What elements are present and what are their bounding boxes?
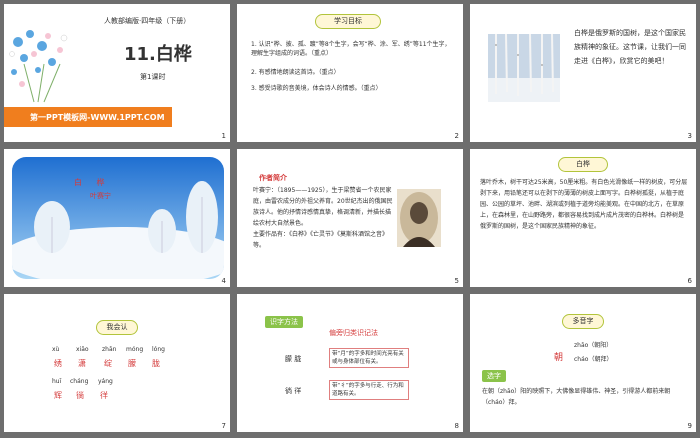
banner-text: 第一PPT模板网-WWW.1PPT.COM (30, 113, 165, 122)
character: 徜 (76, 391, 84, 400)
slide-thumbnail-3[interactable]: 白桦是俄罗斯的国树，是这个国家民族精神的象征。这节课，让我们一同走进《白桦》，欣… (470, 4, 696, 142)
pinyin-label: huī (52, 378, 62, 385)
slide-number: 9 (687, 422, 692, 430)
section-heading: 白桦 (558, 157, 608, 172)
pinyin-label: zhān (102, 346, 117, 353)
slide-thumbnail-1[interactable]: 人教部编版·四年级（下册） 11.白桦 第1课时 第一PPT模板网-WWW.1P… (4, 4, 230, 142)
character: 胧 (152, 359, 160, 368)
slide-number: 3 (687, 132, 692, 140)
intro-text: 白桦是俄罗斯的国树，是这个国家民族精神的象征。这节课，让我们一同走进《白桦》，欣… (574, 29, 686, 65)
section-heading: 学习目标 (315, 14, 381, 29)
group-note: 带“彳”的字多与行走、行为和道路有关。 (329, 380, 409, 400)
birch-description: 落叶乔木，树干可达25米高，50厘米粗。有白色光滑像纸一样的树皮，可分层剥下来，… (480, 179, 688, 230)
objective-item: 3. 感受诗歌的音美境，体会诗人的情感。（重点） (251, 85, 382, 92)
slide-number: 6 (687, 277, 692, 285)
poem-title: 白 桦 (74, 178, 111, 187)
group-characters: 朦 胧 (285, 355, 302, 363)
lesson-period: 第1课时 (140, 73, 166, 81)
section-heading: 作者简介 (259, 174, 287, 182)
slide-number: 7 (221, 422, 226, 430)
flowers-illustration (9, 30, 68, 103)
slide-thumbnail-5[interactable]: 作者简介 叶赛宁：（1895——1925），生于梁赞省一个农民家庭，由雷农成分的… (237, 149, 463, 287)
group-characters: 徜 徉 (285, 387, 302, 395)
poem-author: 叶赛宁 (90, 192, 111, 200)
slide-number: 4 (221, 277, 226, 285)
pinyin-label: cháng (70, 378, 89, 385)
grade-subtitle: 人教部编版·四年级（下册） (104, 17, 191, 25)
section-heading: 多音字 (562, 314, 604, 329)
banner-bar: 第一PPT模板网-WWW.1PPT.COM (4, 107, 172, 127)
example-sentence: 在朝（zhāo）阳的映照下，大佛像显得雄伟、神圣，引得游人都前来朝（cháo）拜… (482, 388, 671, 406)
lesson-title: 11.白桦 (124, 44, 192, 65)
pinyin-label: lóng (152, 346, 165, 353)
pinyin-label: yáng (98, 378, 113, 385)
slide-thumbnail-8[interactable]: 识字方法 偏旁归类识记法 朦 胧 带“月”的字多和时间光亮有关或与身体部位有关。… (237, 294, 463, 432)
pinyin-label: móng (126, 346, 144, 353)
slide-thumbnail-4[interactable]: 白 桦 叶赛宁 4 (4, 149, 230, 287)
pinyin-label: xiāo (76, 346, 89, 353)
slide-thumbnail-7[interactable]: 我会认 xù xiāo zhān móng lóng 绣 潇 绽 朦 胧 huī… (4, 294, 230, 432)
slide-number: 1 (221, 132, 226, 140)
bio-text: 叶赛宁：（1895——1925），生于梁赞省一个农民家庭，由雷农成分的外祖父养育… (253, 187, 393, 227)
character: 绽 (104, 359, 112, 368)
slide-number: 5 (454, 277, 459, 285)
slide-thumbnail-6[interactable]: 白桦 落叶乔木，树干可达25米高，50厘米粗。有白色光滑像纸一样的树皮，可分层剥… (470, 149, 696, 287)
author-bio: 叶赛宁：（1895——1925），生于梁赞省一个农民家庭，由雷农成分的外祖父养育… (253, 185, 393, 251)
character: 朦 (128, 359, 136, 368)
character: 辉 (54, 391, 62, 400)
objective-item: 2. 有感情地朗读这首诗。（重点） (251, 69, 340, 76)
winter-birch-photo (12, 157, 224, 279)
slide-sorter-grid: 人教部编版·四年级（下册） 11.白桦 第1课时 第一PPT模板网-WWW.1P… (0, 0, 700, 438)
character: 徉 (100, 391, 108, 400)
pinyin-label: xù (52, 346, 60, 353)
polyphone-character: 朝 (554, 353, 564, 363)
method-tag: 识字方法 (265, 316, 303, 328)
character: 潇 (78, 359, 86, 368)
section-heading: 我会认 (96, 320, 138, 335)
works-text: 主要作品有：《白桦》《亡灵节》《莫斯科酒馆之音》等。 (253, 231, 389, 249)
birch-forest-photo (488, 34, 560, 102)
method-rule: 偏旁归类识记法 (329, 329, 378, 337)
slide-number: 2 (454, 132, 459, 140)
slide-number: 8 (454, 422, 459, 430)
reading-option: zhāo（朝阳） (574, 342, 613, 349)
choose-tag: 选字 (482, 370, 506, 382)
group-note: 带“月”的字多和时间光亮有关或与身体部位有关。 (329, 348, 409, 368)
author-portrait (397, 189, 441, 247)
objective-item: 1. 认识“桦、披、孤、踱”等8个生字，会写“桦、涂、军、绣”等11个生字，理解… (251, 41, 451, 57)
reading-option: cháo（朝拜） (574, 356, 613, 363)
character: 绣 (54, 359, 62, 368)
slide-thumbnail-9[interactable]: 多音字 朝 zhāo（朝阳） cháo（朝拜） 选字 在朝（zhāo）阳的映照下… (470, 294, 696, 432)
slide-thumbnail-2[interactable]: 学习目标 1. 认识“桦、披、孤、踱”等8个生字，会写“桦、涂、军、绣”等11个… (237, 4, 463, 142)
